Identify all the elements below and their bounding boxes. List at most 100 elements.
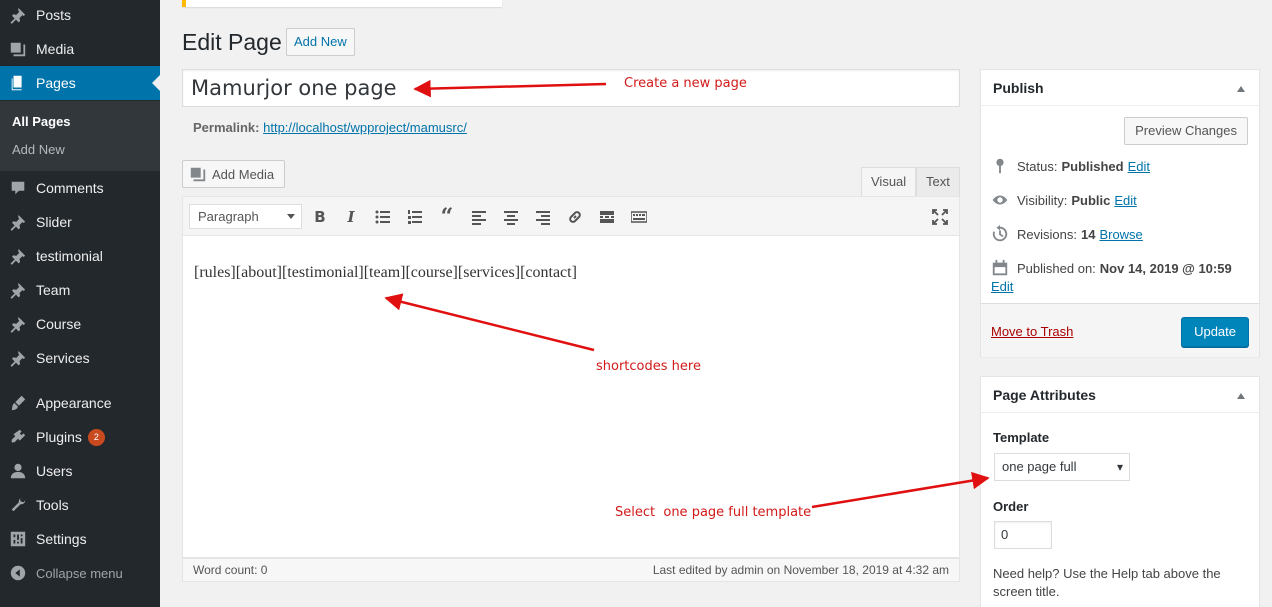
- read-more-button[interactable]: [596, 206, 618, 228]
- add-media-label: Add Media: [212, 166, 275, 182]
- blockquote-button[interactable]: “: [436, 204, 458, 230]
- add-new-button[interactable]: Add New: [286, 28, 355, 56]
- menu-settings[interactable]: Settings: [0, 522, 160, 556]
- menu-users[interactable]: Users: [0, 454, 160, 488]
- status-value: Published: [1061, 158, 1124, 174]
- brush-icon: [0, 394, 36, 412]
- align-left-button[interactable]: [468, 206, 490, 228]
- menu-course[interactable]: Course: [0, 307, 160, 341]
- format-select[interactable]: Paragraph: [189, 204, 302, 229]
- media-icon: [0, 40, 36, 58]
- menu-label: Posts: [36, 7, 72, 23]
- editor-toolbar: Paragraph B I “: [182, 196, 960, 236]
- menu-label: Comments: [36, 180, 104, 196]
- fullscreen-icon[interactable]: [929, 206, 951, 228]
- published-edit-link[interactable]: Edit: [991, 279, 1013, 294]
- publish-actions: Move to Trash Update: [981, 303, 1259, 357]
- menu-appearance[interactable]: Appearance: [0, 386, 160, 420]
- admin-sidebar: Posts Media Pages All Pages Add New Comm…: [0, 0, 160, 607]
- publish-panel: Publish Preview Changes Status: Published…: [980, 69, 1260, 357]
- calendar-icon: [992, 259, 1008, 276]
- editor-content[interactable]: [rules][about][testimonial][team][course…: [182, 236, 960, 558]
- menu-media[interactable]: Media: [0, 32, 160, 66]
- menu-label: Plugins: [36, 429, 82, 445]
- visibility-edit-link[interactable]: Edit: [1114, 193, 1136, 208]
- submenu-all-pages[interactable]: All Pages: [12, 114, 71, 129]
- align-right-button[interactable]: [532, 206, 554, 228]
- status-edit-link[interactable]: Edit: [1128, 159, 1150, 174]
- template-label: Template: [993, 430, 1050, 445]
- menu-testimonial[interactable]: testimonial: [0, 239, 160, 273]
- status-label: Status:: [1017, 158, 1058, 174]
- menu-team[interactable]: Team: [0, 273, 160, 307]
- pin-icon: [0, 315, 36, 333]
- comment-icon: [0, 179, 36, 197]
- menu-label: Slider: [36, 214, 72, 230]
- page-attributes-panel: Page Attributes Template one page full O…: [980, 376, 1260, 607]
- toolbar-toggle-button[interactable]: [628, 206, 650, 228]
- post-title-input[interactable]: Mamurjor one page: [182, 69, 960, 107]
- template-select[interactable]: one page full: [994, 453, 1130, 481]
- numbered-list-button[interactable]: [404, 206, 426, 228]
- align-center-button[interactable]: [500, 206, 522, 228]
- pin-icon: [0, 247, 36, 265]
- menu-label: Services: [36, 350, 90, 366]
- update-button[interactable]: Update: [1181, 317, 1249, 347]
- revisions-row: Revisions: 14 Browse: [991, 225, 1143, 243]
- word-count: Word count: 0: [193, 563, 268, 577]
- add-media-button[interactable]: Add Media: [182, 160, 286, 188]
- collapse-label: Collapse menu: [36, 565, 123, 581]
- menu-slider[interactable]: Slider: [0, 205, 160, 239]
- order-input[interactable]: 0: [994, 521, 1052, 549]
- bold-button[interactable]: B: [309, 206, 331, 228]
- help-text: Need help? Use the Help tab above the sc…: [993, 566, 1221, 599]
- revisions-value: 14: [1080, 226, 1096, 242]
- annotation-create-page: Create a new page: [624, 76, 747, 91]
- revisions-browse-link[interactable]: Browse: [1099, 227, 1142, 242]
- admin-notice: [182, 0, 502, 7]
- menu-pages[interactable]: Pages: [0, 66, 160, 100]
- add-media-icon: [190, 167, 206, 182]
- eye-icon: [992, 195, 1008, 205]
- pin-icon: [0, 349, 36, 367]
- visibility-row: Visibility: Public Edit: [991, 191, 1137, 209]
- published-value: Nov 14, 2019 @ 10:59: [1099, 260, 1232, 276]
- menu-label: testimonial: [36, 248, 103, 264]
- permalink-label: Permalink:: [193, 120, 260, 135]
- editor-status-bar: Word count: 0 Last edited by admin on No…: [182, 558, 960, 582]
- menu-label: Team: [36, 282, 71, 298]
- page-title: Edit Page: [182, 29, 282, 55]
- page-attributes-header[interactable]: Page Attributes: [981, 377, 1259, 413]
- collapse-menu-button[interactable]: Collapse menu: [0, 556, 160, 590]
- update-count-badge: 2: [87, 428, 105, 446]
- tab-visual[interactable]: Visual: [861, 167, 917, 196]
- page-attributes-title: Page Attributes: [993, 387, 1096, 403]
- preview-changes-button[interactable]: Preview Changes: [1124, 117, 1248, 145]
- annotation-select-template: Select one page full template: [615, 505, 812, 520]
- last-edited: Last edited by admin on November 18, 201…: [652, 563, 949, 577]
- menu-services[interactable]: Services: [0, 341, 160, 375]
- italic-button[interactable]: I: [340, 206, 362, 228]
- plugin-icon: [0, 428, 36, 446]
- history-icon: [992, 225, 1008, 242]
- pin-icon: [0, 213, 36, 231]
- bullet-list-button[interactable]: [372, 206, 394, 228]
- menu-comments[interactable]: Comments: [0, 171, 160, 205]
- collapse-icon: [0, 564, 36, 582]
- published-on-row: Published on: Nov 14, 2019 @ 10:59: [991, 259, 1236, 277]
- pages-submenu: All Pages Add New: [0, 101, 160, 171]
- revisions-label: Revisions:: [1017, 226, 1077, 242]
- insert-link-button[interactable]: [564, 206, 586, 228]
- wrench-icon: [0, 496, 36, 514]
- menu-posts[interactable]: Posts: [0, 0, 160, 32]
- submenu-add-new[interactable]: Add New: [12, 142, 65, 157]
- shortcode-content[interactable]: [rules][about][testimonial][team][course…: [194, 264, 577, 282]
- move-to-trash-link[interactable]: Move to Trash: [991, 324, 1073, 339]
- menu-tools[interactable]: Tools: [0, 488, 160, 522]
- tab-text[interactable]: Text: [916, 167, 960, 196]
- menu-label: Settings: [36, 531, 87, 547]
- menu-plugins[interactable]: Plugins 2: [0, 420, 160, 454]
- publish-header[interactable]: Publish: [981, 70, 1259, 106]
- menu-label: Media: [36, 41, 75, 57]
- permalink-link[interactable]: http://localhost/wpproject/mamusrc/: [263, 120, 467, 135]
